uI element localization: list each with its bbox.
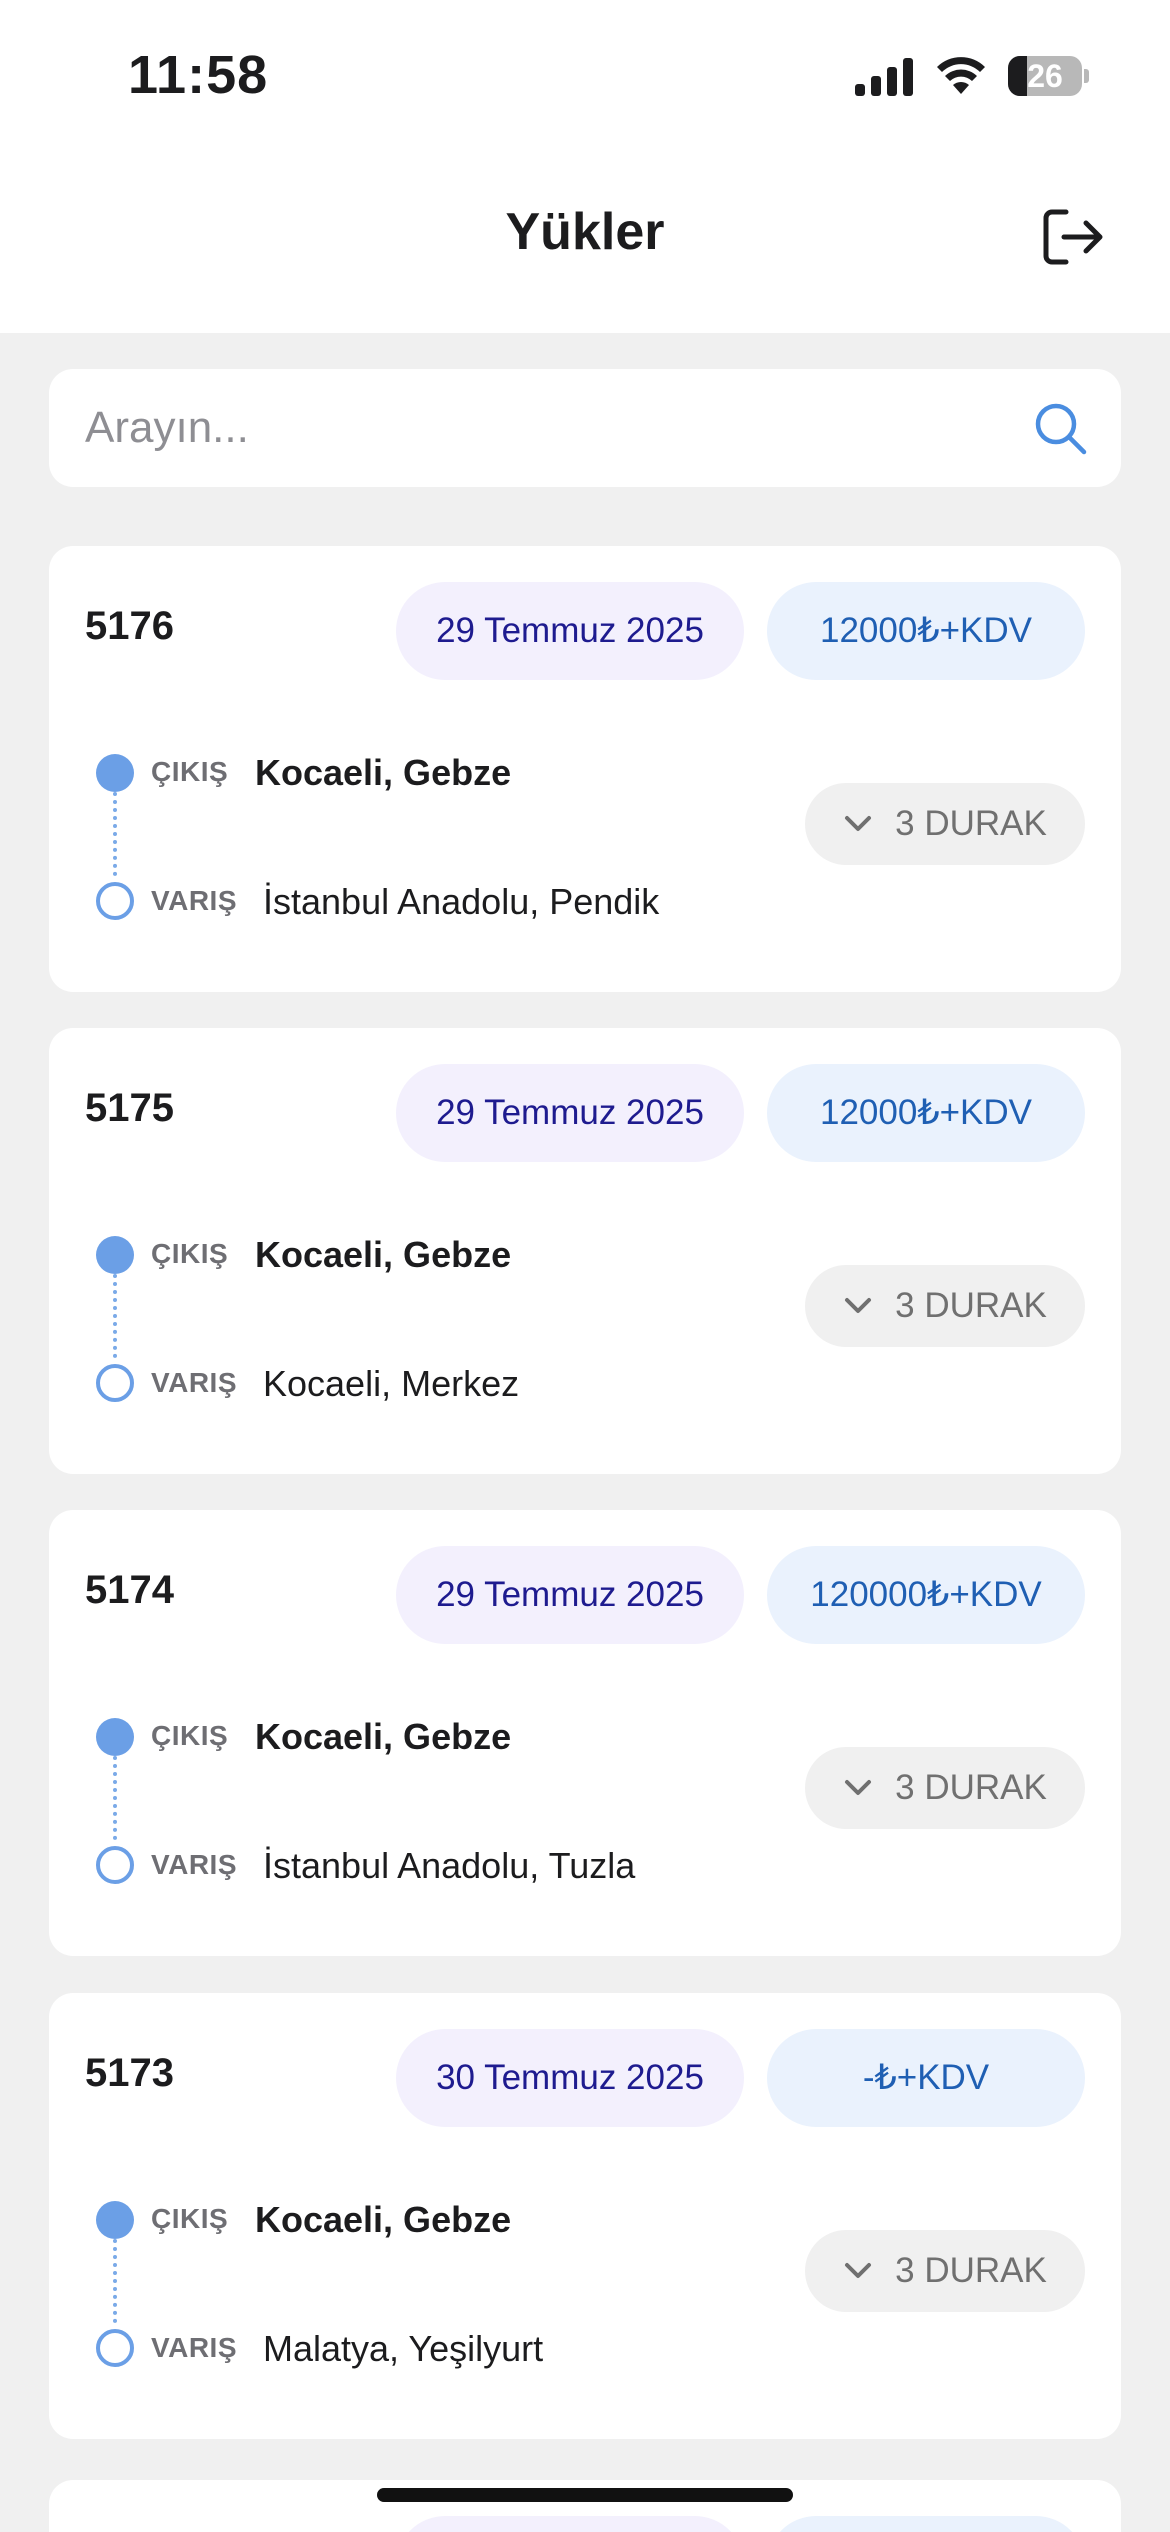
load-id: 5175	[85, 1086, 174, 1130]
origin-dot-icon	[96, 1718, 134, 1756]
stops-label: 3 DURAK	[895, 1768, 1047, 1807]
destination-dot-icon	[96, 1364, 134, 1402]
origin-dot-icon	[96, 754, 134, 792]
logout-button[interactable]	[1038, 202, 1108, 272]
status-bar: 11:58 26	[0, 0, 1170, 160]
destination-city: Kocaeli, Merkez	[263, 1363, 520, 1404]
origin-label: ÇIKIŞ	[151, 756, 229, 787]
stops-button[interactable]: 3 DURAK	[805, 1747, 1085, 1829]
origin-dot-icon	[96, 2201, 134, 2239]
load-card[interactable]: 5176 29 Temmuz 2025 12000₺+KDV ÇIKIŞ Koc…	[49, 546, 1121, 992]
destination-label: VARIŞ	[151, 2332, 237, 2363]
search-box	[49, 369, 1121, 487]
stops-button[interactable]: 3 DURAK	[805, 2230, 1085, 2312]
battery-icon: 26	[1008, 56, 1089, 96]
signal-icon	[855, 58, 913, 96]
route-line	[113, 1274, 117, 1358]
origin-label: ÇIKIŞ	[151, 2203, 229, 2234]
destination-label: VARIŞ	[151, 1367, 237, 1398]
battery-level: 26	[1027, 58, 1063, 94]
destination-city: İstanbul Anadolu, Tuzla	[263, 1845, 636, 1886]
load-card[interactable]: 5173 30 Temmuz 2025 -₺+KDV ÇIKIŞ Kocaeli…	[49, 1993, 1121, 2439]
status-time: 11:58	[128, 45, 269, 105]
chevron-down-icon	[843, 1778, 873, 1798]
search-input[interactable]	[85, 369, 985, 487]
destination-label: VARIŞ	[151, 1849, 237, 1880]
origin-dot-icon	[96, 1236, 134, 1274]
load-id: 5176	[85, 604, 174, 648]
chevron-down-icon	[843, 814, 873, 834]
date-badge: 29 Temmuz 2025	[396, 1064, 744, 1162]
route-line	[113, 1756, 117, 1840]
origin-city: Kocaeli, Gebze	[255, 752, 512, 793]
price-badge: 12000₺+KDV	[767, 1064, 1085, 1162]
origin-label: ÇIKIŞ	[151, 1720, 229, 1751]
date-badge: 30 Temmuz 2025	[396, 2029, 744, 2127]
stops-button[interactable]: 3 DURAK	[805, 783, 1085, 865]
date-badge: 29 Temmuz 2025	[396, 1546, 744, 1644]
origin-city: Kocaeli, Gebze	[255, 1716, 512, 1757]
destination-city: Malatya, Yeşilyurt	[263, 2328, 544, 2369]
load-id: 5173	[85, 2051, 174, 2095]
route-line	[113, 792, 117, 876]
wifi-icon	[937, 57, 985, 94]
chevron-down-icon	[843, 1296, 873, 1316]
origin-label: ÇIKIŞ	[151, 1238, 229, 1269]
load-id: 5174	[85, 1568, 174, 1612]
stops-label: 3 DURAK	[895, 804, 1047, 843]
destination-dot-icon	[96, 1846, 134, 1884]
chevron-down-icon	[843, 2261, 873, 2281]
price-badge: 12000₺+KDV	[767, 582, 1085, 680]
home-indicator	[377, 2488, 793, 2502]
price-badge: -₺+KDV	[767, 2029, 1085, 2127]
load-card[interactable]: 5175 29 Temmuz 2025 12000₺+KDV ÇIKIŞ Koc…	[49, 1028, 1121, 1474]
search-button[interactable]	[1033, 401, 1087, 455]
load-card[interactable]: 5174 29 Temmuz 2025 120000₺+KDV ÇIKIŞ Ko…	[49, 1510, 1121, 1956]
destination-dot-icon	[96, 2329, 134, 2367]
destination-label: VARIŞ	[151, 885, 237, 916]
search-icon	[1035, 403, 1087, 455]
origin-city: Kocaeli, Gebze	[255, 2199, 512, 2240]
price-badge: 120000₺+KDV	[767, 1546, 1085, 1644]
stops-button[interactable]: 3 DURAK	[805, 1265, 1085, 1347]
destination-dot-icon	[96, 882, 134, 920]
date-badge: 29 Temmuz 2025	[396, 582, 744, 680]
stops-label: 3 DURAK	[895, 1286, 1047, 1325]
destination-city: İstanbul Anadolu, Pendik	[263, 881, 660, 922]
header: Yükler	[0, 160, 1170, 333]
price-badge	[767, 2516, 1085, 2532]
page-title: Yükler	[505, 203, 665, 261]
logout-icon	[1043, 209, 1103, 265]
stops-label: 3 DURAK	[895, 2251, 1047, 2290]
route-line	[113, 2239, 117, 2323]
origin-city: Kocaeli, Gebze	[255, 1234, 512, 1275]
date-badge	[396, 2516, 744, 2532]
